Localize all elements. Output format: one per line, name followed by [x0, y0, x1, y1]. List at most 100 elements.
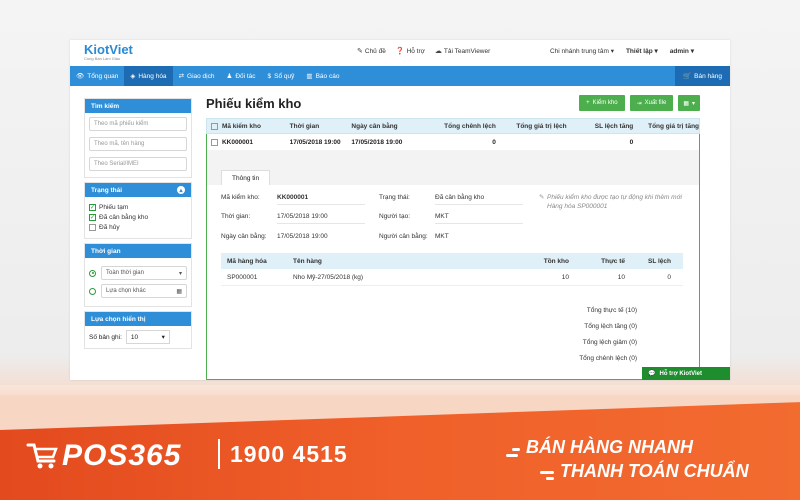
- time-custom-option[interactable]: Lựa chọn khác ▦: [89, 284, 187, 298]
- filter-sidebar: Tìm kiếm Theo mã phiếu kiểm Theo mã, tên…: [84, 98, 192, 353]
- info-value: 17/05/2018 19:00: [277, 233, 328, 240]
- total-actual: Tổng thực tế (10): [586, 307, 637, 314]
- search-product-input[interactable]: Theo mã, tên hàng: [89, 137, 187, 151]
- status-balanced-checkbox[interactable]: ✓ Đã cân bằng kho: [89, 214, 187, 221]
- underline: [277, 223, 365, 224]
- radio-selected-icon: [89, 269, 96, 277]
- page-size-label: Số bản ghi:: [89, 333, 122, 341]
- time-custom-select[interactable]: Lựa chọn khác ▦: [101, 284, 187, 298]
- bar-chart-icon: ▥: [306, 73, 313, 80]
- support-chat-button[interactable]: 💬 Hỗ trợ KiotViet: [642, 367, 730, 380]
- time-all-select[interactable]: Toàn thời gian ▾: [101, 266, 187, 280]
- radio-empty-icon: [89, 287, 96, 295]
- page-size-row: Số bản ghi: 10 ▾: [89, 330, 187, 344]
- col-total-diff-value[interactable]: Tổng giá trị lệch: [496, 123, 566, 130]
- total-decrease: Tổng lệch giảm (0): [582, 339, 637, 346]
- pos365-banner: POS365 1900 4515 BÁN HÀNG NHANH THANH TO…: [0, 395, 800, 500]
- display-panel: Lựa chọn hiển thị Số bản ghi: 10 ▾: [84, 311, 192, 349]
- expanded-row: KK000001 17/05/2018 19:00 17/05/2018 19:…: [206, 134, 700, 380]
- page-actions: + Kiểm kho ⇥ Xuất file ▦ ▾: [579, 95, 700, 111]
- table-row[interactable]: KK000001 17/05/2018 19:00 17/05/2018 19:…: [207, 134, 699, 150]
- add-stocktake-button[interactable]: + Kiểm kho: [579, 95, 625, 111]
- search-code-input[interactable]: Theo mã phiếu kiểm: [89, 117, 187, 131]
- auto-note: ✎ Phiếu kiểm kho được tạo tự động khi thê…: [539, 193, 689, 211]
- export-button[interactable]: ⇥ Xuất file: [629, 95, 674, 111]
- help-link[interactable]: ❓ Hỗ trợ: [396, 47, 425, 56]
- col-total-diff[interactable]: Tổng chênh lệch: [417, 123, 496, 130]
- table-header: Mã kiểm kho Thời gian Ngày cân bằng Tổng…: [206, 118, 700, 134]
- nav-dashboard[interactable]: 👁 Tổng quan: [70, 66, 124, 86]
- page-title: Phiếu kiểm kho: [206, 96, 302, 111]
- chat-icon: 💬: [648, 371, 656, 377]
- branch-dropdown[interactable]: Chi nhánh trung tâm ▾: [550, 47, 614, 55]
- items-header: Mã hàng hóa Tên hàng Tồn kho Thực tế SL …: [221, 253, 683, 269]
- total-difference: Tổng chênh lệch (0): [579, 355, 637, 362]
- checkbox-empty-icon: [210, 122, 218, 130]
- banner-curve: [0, 395, 800, 431]
- info-balance-date: Ngày cân bằng: 17/05/2018 19:00: [221, 233, 328, 240]
- nav-partners[interactable]: ♟ Đối tác: [220, 66, 261, 86]
- cell-stock: 10: [561, 273, 569, 281]
- export-icon: ⇥: [636, 100, 642, 107]
- branch-label: Chi nhánh trung tâm: [549, 48, 609, 55]
- nav-reports[interactable]: ▥ Báo cáo: [300, 66, 345, 86]
- nav-label: Hàng hóa: [138, 72, 167, 80]
- top-header: KiotViet Cùng Bạn Làm Giàu ✎ Chủ đề ❓ Hỗ t…: [70, 40, 730, 64]
- settings-dropdown[interactable]: Thiết lập ▾: [626, 47, 658, 55]
- info-label: Người cân bằng:: [379, 233, 428, 240]
- select-value: Lựa chọn khác: [106, 288, 146, 294]
- kiotviet-logo[interactable]: KiotViet Cùng Bạn Làm Giàu: [84, 43, 133, 61]
- panel-title: Tìm kiếm: [91, 102, 120, 110]
- nav-label: Sổ quỹ: [274, 72, 295, 80]
- tab-info[interactable]: Thông tin: [221, 170, 271, 185]
- col-total-increase[interactable]: Tổng giá trị tăng: [633, 123, 699, 130]
- time-panel: Thời gian Toàn thời gian ▾ Lựa chọn khác ▦: [84, 243, 192, 307]
- row-checkbox[interactable]: [207, 138, 222, 146]
- cell-item-code[interactable]: SP000001: [221, 274, 293, 281]
- search-serial-input[interactable]: Theo Serial/IMEI: [89, 157, 187, 171]
- info-label: Thời gian:: [221, 213, 251, 220]
- col-balance-date[interactable]: Ngày cân bằng: [351, 123, 417, 130]
- underline: [435, 223, 523, 224]
- col-qty-increase[interactable]: SL lệch tăng: [567, 123, 634, 130]
- button-label: Xuất file: [644, 100, 667, 106]
- page-size-select[interactable]: 10 ▾: [125, 330, 170, 344]
- col-item-name: Tên hàng: [293, 257, 322, 265]
- col-item-code: Mã hàng hóa: [227, 257, 267, 265]
- underline: [277, 204, 365, 205]
- info-value: Đã cân bằng kho: [435, 194, 485, 201]
- settings-label: Thiết lập: [625, 48, 653, 55]
- status-draft-checkbox[interactable]: ✓ Phiếu tạm: [89, 204, 187, 211]
- header-right: Chi nhánh trung tâm ▾ Thiết lập ▾ admin …: [550, 47, 694, 55]
- nav-products[interactable]: ◈ Hàng hóa: [124, 66, 173, 86]
- theme-link[interactable]: ✎ Chủ đề: [357, 47, 386, 56]
- teamviewer-link[interactable]: ☁ Tải TeamViewer: [435, 47, 490, 56]
- select-all-checkbox[interactable]: [207, 122, 222, 130]
- main-nav: 👁 Tổng quan ◈ Hàng hóa ⇄ Giao dịch ♟ Đối tác…: [70, 66, 730, 86]
- user-label: admin: [669, 48, 689, 55]
- user-dropdown[interactable]: admin ▾: [670, 47, 694, 55]
- info-value: MKT: [435, 213, 449, 220]
- pos365-logo: POS365: [26, 439, 181, 473]
- nav-cashbook[interactable]: $ Sổ quỹ: [262, 66, 301, 86]
- nav-label: Đối tác: [235, 72, 256, 80]
- sell-button[interactable]: 🛒 Bán hàng: [675, 66, 730, 86]
- col-diff: SL lệch: [647, 257, 671, 265]
- detail-body: Mã kiểm kho: KK000001 Thời gian: 17/05/201…: [207, 185, 699, 379]
- items-table: Mã hàng hóa Tên hàng Tồn kho Thực tế SL …: [221, 253, 683, 286]
- checkbox-label: Đã cân bằng kho: [99, 214, 149, 221]
- select-value: 10: [130, 333, 139, 341]
- row-detail: Thông tin Mã kiểm kho: KK000001 Thời gian…: [207, 150, 699, 379]
- status-cancelled-checkbox[interactable]: Đã hủy: [89, 224, 187, 231]
- info-label: Mã kiểm kho:: [221, 194, 260, 201]
- col-code[interactable]: Mã kiểm kho: [222, 123, 290, 130]
- cell-code: KK000001: [221, 138, 254, 146]
- theme-label: Chủ đề: [364, 47, 386, 55]
- slogan-fast-sale: BÁN HÀNG NHANH: [526, 437, 693, 457]
- nav-transactions[interactable]: ⇄ Giao dịch: [173, 66, 221, 86]
- time-all-option[interactable]: Toàn thời gian ▾: [89, 266, 187, 280]
- status-panel-title[interactable]: Trạng thái ▴: [85, 183, 191, 197]
- note-text: Phiếu kiểm kho được tạo tự động khi thêm…: [547, 194, 682, 210]
- column-options-button[interactable]: ▦ ▾: [678, 95, 700, 111]
- col-time[interactable]: Thời gian: [290, 123, 352, 130]
